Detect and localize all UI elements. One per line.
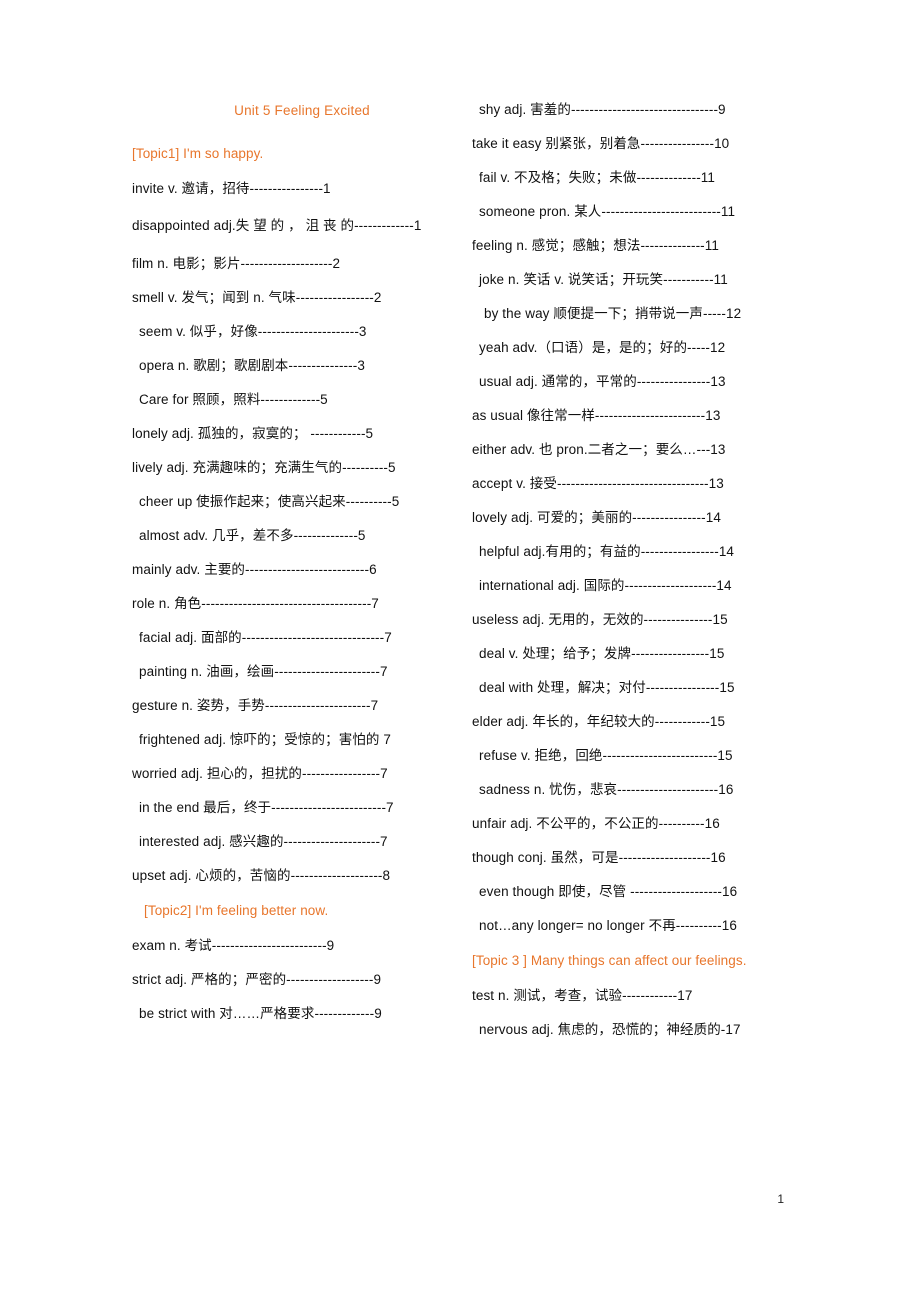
- right-column: shy adj. 害羞的----------------------------…: [472, 103, 817, 1057]
- vocabulary-entry: joke n. 笑话 v. 说笑话；开玩笑-----------11: [479, 272, 728, 287]
- vocabulary-entry: almost adv. 几乎，差不多--------------5: [139, 527, 366, 543]
- vocabulary-entry: take it easy 别紧张，别着急----------------10: [472, 136, 730, 151]
- vocabulary-entry: be strict with 对……严格要求-------------9: [139, 1005, 382, 1021]
- vocabulary-entry: by the way 顺便提一下；捎带说一声-----12: [484, 306, 742, 321]
- two-column-layout: Unit 5 Feeling Excited [Topic1] I'm so h…: [0, 103, 920, 1057]
- topic3-entry-list: test n. 测试，考查，试验------------17 nervous ad…: [472, 989, 817, 1057]
- vocabulary-entry: feeling n. 感觉；感触；想法--------------11: [472, 238, 719, 253]
- vocabulary-entry: exam n. 考试-------------------------9: [132, 937, 335, 953]
- vocabulary-entry: even though 即使，尽管 --------------------16: [479, 884, 738, 899]
- topic1-heading: [Topic1] I'm so happy.: [132, 146, 264, 161]
- vocabulary-entry: refuse v. 拒绝，回绝-------------------------…: [479, 748, 733, 763]
- vocabulary-entry: mainly adv. 主要的-------------------------…: [132, 561, 377, 577]
- vocabulary-entry: frightened adj. 惊吓的；受惊的；害怕的 7: [139, 731, 391, 747]
- vocabulary-entry: deal v. 处理；给予；发牌-----------------15: [479, 646, 725, 661]
- vocabulary-entry: fail v. 不及格；失败；未做--------------11: [479, 170, 716, 185]
- vocabulary-entry: film n. 电影；影片--------------------2: [132, 255, 341, 271]
- page-title: Unit 5 Feeling Excited: [234, 103, 370, 118]
- vocabulary-entry: test n. 测试，考查，试验------------17: [472, 988, 693, 1003]
- vocabulary-entry: shy adj. 害羞的----------------------------…: [479, 102, 726, 117]
- vocabulary-entry: helpful adj.有用的；有益的-----------------14: [479, 544, 735, 559]
- vocabulary-entry: yeah adv.（口语）是，是的；好的-----12: [479, 340, 726, 355]
- vocabulary-entry: sadness n. 忧伤，悲哀----------------------16: [479, 782, 734, 797]
- vocabulary-entry: international adj. 国际的------------------…: [479, 578, 732, 593]
- vocabulary-entry: invite v. 邀请，招待----------------1: [132, 181, 331, 196]
- vocabulary-entry: either adv. 也 pron.二者之一；要么…---13: [472, 442, 726, 457]
- vocabulary-entry: gesture n. 姿势，手势-----------------------7: [132, 697, 379, 713]
- vocabulary-entry: elder adj. 年长的，年纪较大的------------15: [472, 714, 726, 729]
- topic3-heading: [Topic 3 ] Many things can affect our fe…: [472, 953, 747, 968]
- vocabulary-entry: Care for 照顾，照料-------------5: [139, 391, 328, 407]
- vocabulary-entry: worried adj. 担心的，担扰的-----------------7: [132, 765, 388, 781]
- vocabulary-entry: disappointed adj.失 望 的 ， 沮 丧 的----------…: [132, 218, 422, 233]
- topic1-entry-list: invite v. 邀请，招待----------------1 disappoi…: [132, 182, 472, 903]
- vocabulary-entry: in the end 最后，终于------------------------…: [139, 799, 394, 815]
- topic2-entry-list: exam n. 考试-------------------------9 stri…: [132, 939, 472, 1041]
- topic2-continued-entry-list: shy adj. 害羞的----------------------------…: [472, 103, 817, 953]
- topic2-heading: [Topic2] I'm feeling better now.: [144, 902, 329, 918]
- vocabulary-entry: seem v. 似乎，好像----------------------3: [139, 323, 367, 339]
- vocabulary-entry: accept v. 接受----------------------------…: [472, 476, 724, 491]
- vocabulary-entry: deal with 处理，解决；对付----------------15: [479, 680, 735, 695]
- vocabulary-entry: though conj. 虽然，可是--------------------16: [472, 850, 726, 865]
- document-page: Unit 5 Feeling Excited [Topic1] I'm so h…: [0, 0, 920, 1302]
- vocabulary-entry: not…any longer= no longer 不再----------16: [479, 918, 737, 933]
- vocabulary-entry: lovely adj. 可爱的；美丽的----------------14: [472, 510, 721, 525]
- left-column: Unit 5 Feeling Excited [Topic1] I'm so h…: [132, 103, 472, 1041]
- vocabulary-entry: someone pron. 某人------------------------…: [479, 204, 736, 219]
- vocabulary-entry: role n. 角色------------------------------…: [132, 595, 379, 611]
- vocabulary-entry: nervous adj. 焦虑的，恐慌的；神经质的-17: [479, 1022, 741, 1037]
- vocabulary-entry: painting n. 油画，绘画-----------------------…: [139, 663, 388, 679]
- vocabulary-entry: useless adj. 无用的，无效的---------------15: [472, 612, 728, 627]
- vocabulary-entry: strict adj. 严格的；严密的-------------------9: [132, 971, 382, 987]
- vocabulary-entry: smell v. 发气；闻到 n. 气味-----------------2: [132, 289, 382, 305]
- vocabulary-entry: upset adj. 心烦的，苦恼的--------------------8: [132, 867, 391, 883]
- vocabulary-entry: usual adj. 通常的，平常的----------------13: [479, 374, 726, 389]
- vocabulary-entry: unfair adj. 不公平的，不公正的----------16: [472, 816, 720, 831]
- vocabulary-entry: lively adj. 充满趣味的；充满生气的----------5: [132, 459, 396, 475]
- page-number: 1: [777, 1192, 784, 1206]
- vocabulary-entry: opera n. 歌剧；歌剧剧本---------------3: [139, 357, 365, 373]
- vocabulary-entry: as usual 像往常一样------------------------13: [472, 408, 721, 423]
- vocabulary-entry: lonely adj. 孤独的，寂寞的； ------------5: [132, 425, 374, 441]
- vocabulary-entry: cheer up 使振作起来；使高兴起来----------5: [139, 493, 400, 509]
- vocabulary-entry: interested adj. 感兴趣的--------------------…: [139, 833, 388, 849]
- vocabulary-entry: facial adj. 面部的-------------------------…: [139, 629, 392, 645]
